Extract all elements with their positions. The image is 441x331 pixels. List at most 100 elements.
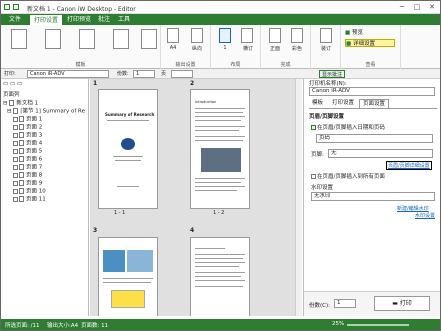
tree-item-page[interactable]: 页面 6	[13, 156, 42, 164]
logo-image	[121, 138, 135, 150]
copies-field[interactable]: 1	[334, 299, 356, 308]
template-icon[interactable]	[11, 29, 27, 49]
tree-item-document[interactable]: ⊟ 新文档 1	[3, 100, 38, 108]
menu-print-preview[interactable]: 打印预览	[63, 14, 95, 25]
page-photo	[127, 250, 153, 272]
color-label: 彩色	[291, 46, 302, 52]
tree-item-page[interactable]: 页面 3	[13, 132, 42, 140]
copies-label: 份数:	[117, 71, 129, 77]
print-footer: 份数(C): 1 ▬ 打印	[304, 291, 440, 316]
maximize-icon[interactable]: □	[410, 2, 424, 12]
page-list-toolbar: ▭ ▭ ▭	[3, 81, 23, 87]
tree-item-page[interactable]: 页面 9	[13, 180, 42, 188]
zoom-slider[interactable]	[347, 324, 409, 326]
show-comment-button[interactable]: 显示批注	[319, 70, 346, 78]
page-caption: 1 - 1	[114, 210, 126, 216]
menu-comments[interactable]: 批注	[94, 14, 114, 25]
ribbon-group-template: 模板	[1, 25, 161, 69]
preview-area: 1 Summary of Research 1 - 1 2 Introducti…	[90, 79, 302, 316]
ribbon-group-layout: 1 横订 布局	[211, 25, 261, 69]
orientation-label: 纵向	[191, 46, 202, 52]
page-thumbnail-4[interactable]	[190, 237, 250, 316]
page-list-panel: ▭ ▭ ▭ 页面列 ⊟ 新文档 1 ⊟ [第节 1] Summary of Re…	[1, 79, 89, 316]
template-icon[interactable]	[141, 29, 157, 49]
tree-item-page[interactable]: 页面 2	[13, 124, 42, 132]
title-bar: 新文档 1 - Canon iW Desktop - Editor ─ □ ✕	[1, 1, 440, 14]
page-icon	[19, 124, 24, 130]
menu-tools[interactable]: 工具	[114, 14, 134, 25]
template-icon[interactable]	[79, 29, 95, 49]
minimize-icon[interactable]: ─	[395, 2, 409, 12]
toolbar: 打印: Canon iR-ADV 份数: 1 页 显示批注	[1, 69, 440, 79]
page-thumbnail-3[interactable]	[98, 237, 158, 316]
ribbon-group-label: 模板	[75, 62, 86, 68]
tree-item-page[interactable]: 页面 5	[13, 148, 42, 156]
printer-name-label: 打印机名称(N):	[309, 81, 347, 87]
menu-file[interactable]: 文件	[5, 14, 25, 25]
ribbon-group-staple: 装订	[311, 25, 341, 69]
output-size-status: 输出大小:A4	[47, 323, 79, 329]
tree-item-page[interactable]: 页面 1	[13, 116, 42, 124]
detail-settings-button[interactable]: ■ 详细设置	[345, 39, 395, 47]
duplex-label: 正面	[269, 46, 280, 52]
header-select[interactable]: 页码	[316, 134, 433, 143]
footer-select[interactable]: 无	[328, 149, 433, 158]
watermark-select[interactable]: 无水印	[311, 192, 435, 201]
color-icon[interactable]	[291, 28, 303, 43]
printer-name-select[interactable]: Canon iR-ADV	[309, 87, 435, 96]
pages-field[interactable]	[171, 70, 193, 78]
menu-bar: 文件 打印设置 打印预览 批注 工具	[1, 14, 440, 25]
page-icon	[19, 164, 24, 170]
pages-per-sheet-icon[interactable]	[219, 28, 231, 43]
printer-select[interactable]: Canon iR-ADV	[27, 70, 109, 78]
page-thumbnail-2[interactable]: Introduction	[190, 89, 250, 209]
tree-item-page[interactable]: 页面 8	[13, 172, 42, 180]
doc-icon	[9, 100, 15, 106]
insert-all-pages-checkbox[interactable]: 在页眉/页脚插入到所有页面	[311, 172, 385, 180]
settings-panel: 打印机名称(N): Canon iR-ADV 模板 打印设置 页面设置 页眉/页…	[303, 79, 440, 316]
staple-icon[interactable]	[320, 28, 332, 43]
tree-item-page[interactable]: 页面 4	[13, 140, 42, 148]
new-edit-watermark-link[interactable]: 新建/编辑水印	[397, 205, 429, 212]
tab-template[interactable]: 模板	[309, 99, 326, 108]
app-icon	[4, 4, 10, 10]
close-icon[interactable]: ✕	[425, 2, 439, 12]
tree-item-page[interactable]: 页面 11	[13, 196, 46, 204]
template-icon[interactable]	[45, 29, 61, 49]
binding-icon[interactable]	[241, 28, 253, 43]
ribbon-group-finish: 正面 彩色 完成	[261, 25, 311, 69]
template-icon[interactable]	[113, 29, 129, 49]
duplex-icon[interactable]	[269, 28, 281, 43]
orientation-icon[interactable]	[191, 28, 203, 43]
header-footer-checkbox[interactable]: 在页眉/页脚插入日期和页码	[311, 123, 385, 131]
window-title: 新文档 1 - Canon iW Desktop - Editor	[27, 6, 136, 13]
header-footer-detail-link[interactable]: 页眉/页脚详细设置	[386, 161, 432, 170]
ribbon-group-output: A4 纵向 输出设置	[161, 25, 211, 69]
tree-item-section[interactable]: ⊟ [第节 1] Summary of Re	[7, 108, 85, 116]
watermark-settings-link[interactable]: 水印设置	[415, 212, 435, 219]
printer-icon: ▬	[392, 300, 400, 307]
status-bar: 所选页面: /11 输出大小:A4 页面数: 11 25%	[1, 319, 440, 330]
print-button[interactable]: ▬ 打印	[374, 296, 430, 311]
paper-size-label: A4	[169, 45, 177, 51]
tab-print-settings[interactable]: 打印设置	[329, 99, 357, 108]
tree-item-page[interactable]: 页面 10	[13, 188, 46, 196]
section-title: 页眉/页脚设置	[309, 114, 345, 120]
page-thumbnail-1[interactable]: Summary of Research	[98, 89, 158, 209]
pages-label: 页	[161, 71, 167, 77]
preview-button[interactable]: ■ 预览	[345, 29, 395, 37]
pages-per-sheet-label: 1	[223, 45, 227, 51]
page-icon	[19, 140, 24, 146]
preview-scrollbar[interactable]	[295, 79, 302, 316]
footer-label: 页脚:	[311, 152, 324, 158]
zoom-level: 25%	[332, 321, 345, 327]
printer-label: 打印:	[4, 71, 16, 77]
staple-label: 装订	[320, 46, 331, 52]
tab-page-settings[interactable]: 页面设置	[359, 99, 390, 108]
copies-field[interactable]: 1	[133, 70, 155, 78]
paper-size-icon[interactable]	[167, 28, 179, 43]
save-icon[interactable]	[13, 4, 19, 10]
tree-item-page[interactable]: 页面 7	[13, 164, 42, 172]
selected-pages-status: 所选页面: /11	[5, 323, 40, 329]
menu-print-settings[interactable]: 打印设置	[29, 14, 64, 25]
